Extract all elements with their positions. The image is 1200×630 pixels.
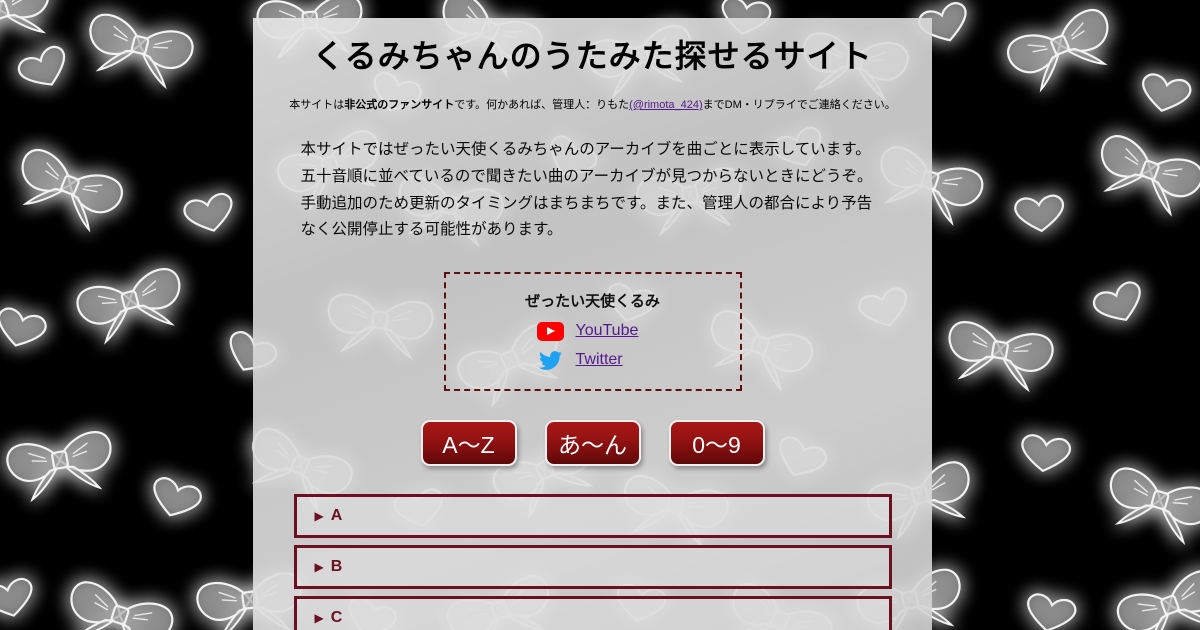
accordion-row-c[interactable]: ▶ C [293, 596, 892, 630]
notice-text-bold: 非公式のファンサイト [344, 99, 455, 111]
letter-accordion-list: ▶ A ▶ B ▶ C [293, 494, 892, 630]
youtube-link[interactable]: YouTube [576, 322, 650, 340]
youtube-icon [536, 320, 566, 342]
site-notice: 本サイトは非公式のファンサイトです。何かあれば、管理人：りもた(@rimota_… [253, 98, 932, 113]
youtube-link-row[interactable]: YouTube [456, 320, 730, 342]
accordion-label-b: B [330, 558, 343, 576]
accordion-row-b[interactable]: ▶ B [293, 545, 892, 590]
twitter-link[interactable]: Twitter [576, 351, 650, 369]
accordion-label-a: A [330, 507, 343, 525]
chevron-right-icon: ▶ [314, 611, 324, 626]
accordion-row-a[interactable]: ▶ A [293, 494, 892, 539]
nav-buttons-group: A〜Z あ〜ん 0〜9 [253, 420, 932, 467]
admin-twitter-link[interactable]: (@rimota_424) [629, 99, 703, 111]
twitter-link-row[interactable]: Twitter [456, 349, 730, 371]
twitter-icon [536, 349, 566, 371]
links-box-title: ぜったい天使くるみ [525, 293, 660, 311]
notice-text-after: までDM・リプライでご連絡ください。 [702, 99, 896, 111]
page-title: くるみちゃんのうたみた探せるサイト [312, 38, 873, 74]
accordion-label-c: C [330, 609, 343, 627]
content-panel: くるみちゃんのうたみた探せるサイト 本サイトは非公式のファンサイトです。何かあれ… [253, 18, 932, 630]
nav-button-az[interactable]: A〜Z [420, 420, 517, 467]
chevron-right-icon: ▶ [314, 560, 324, 575]
chevron-right-icon: ▶ [314, 509, 324, 524]
notice-text-middle: です。何かあれば、管理人：りもた [454, 99, 630, 111]
official-links-box: ぜったい天使くるみ YouTube Twitter [443, 272, 742, 392]
notice-text-before: 本サイトは [289, 99, 345, 111]
nav-button-kana[interactable]: あ〜ん [544, 420, 641, 467]
nav-button-digits[interactable]: 0〜9 [668, 420, 765, 467]
site-description: 本サイトではぜったい天使くるみちゃんのアーカイブを曲ごとに表示しています。五十音… [300, 141, 873, 239]
